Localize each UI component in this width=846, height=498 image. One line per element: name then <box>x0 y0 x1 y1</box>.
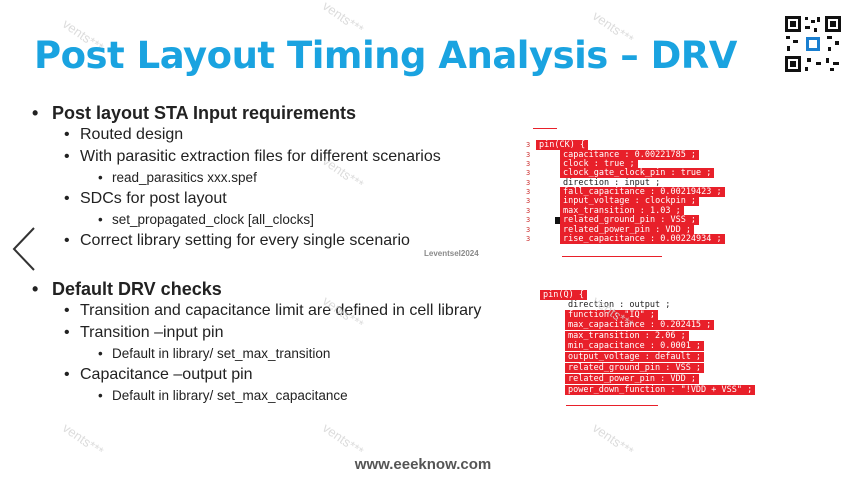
code-line: max_capacitance : 0.202415 ; <box>565 320 715 330</box>
code-line: clock_gate_clock_pin : true ; <box>560 168 715 178</box>
code-line: pin(Q) { <box>540 290 587 300</box>
list-item: Transition and capacitance limit are def… <box>32 300 532 322</box>
previous-slide-chevron-icon[interactable] <box>8 224 48 274</box>
list-item: SDCs for post layout <box>32 188 532 210</box>
code-line: max_transition : 2.06 ; <box>565 331 689 341</box>
code-snippet-input-pin: 3 pin(CK) { 3 capacitance : 0.00221785 ; 3… <box>526 140 725 250</box>
code-line: input_voltage : clockpin ; <box>560 196 700 206</box>
section-input-requirements: Post layout STA Input requirements Route… <box>32 102 532 252</box>
sub-list-item: Default in library/ set_max_transition <box>32 344 532 364</box>
code-line: related_ground_pin : VSS ; <box>565 363 705 373</box>
sub-list-item: Default in library/ set_max_capacitance <box>32 386 532 406</box>
watermark: vents*** <box>589 420 637 459</box>
divider <box>562 256 662 257</box>
section-default-drv-checks: Default DRV checks Transition and capaci… <box>32 278 532 406</box>
divider <box>566 405 658 406</box>
list-item: With parasitic extraction files for diff… <box>32 146 532 168</box>
list-item: Routed design <box>32 124 532 146</box>
code-line: pin(CK) { <box>536 140 589 150</box>
watermark: vents*** <box>319 420 367 459</box>
code-line: min_capacitance : 0.0001 ; <box>565 341 705 351</box>
list-item: Transition –input pin <box>32 322 532 344</box>
credit-text: Leventsel2024 <box>424 249 479 258</box>
code-line: related_ground_pin : VSS ; <box>560 215 700 225</box>
code-snippet-output-pin: pin(Q) { direction : output ; function :… <box>540 290 760 400</box>
cursor-marker <box>555 217 560 224</box>
watermark: vents*** <box>59 420 107 459</box>
list-item: Capacitance –output pin <box>32 364 532 386</box>
watermark: vents*** <box>319 0 367 37</box>
sub-list-item: set_propagated_clock [all_clocks] <box>32 210 532 230</box>
code-line: rise_capacitance : 0.00224934 ; <box>560 234 725 244</box>
divider <box>533 128 557 129</box>
section-heading: Post layout STA Input requirements <box>32 102 532 124</box>
code-line: power_down_function : "!VDD + VSS" ; <box>565 385 756 395</box>
section-heading: Default DRV checks <box>32 278 532 300</box>
sub-list-item: read_parasitics xxx.spef <box>32 168 532 188</box>
code-line: related_power_pin : VDD ; <box>565 374 699 384</box>
code-line: output_voltage : default ; <box>565 352 705 362</box>
qr-code-icon <box>783 14 843 74</box>
footer-url: www.eeeknow.com <box>354 456 492 473</box>
